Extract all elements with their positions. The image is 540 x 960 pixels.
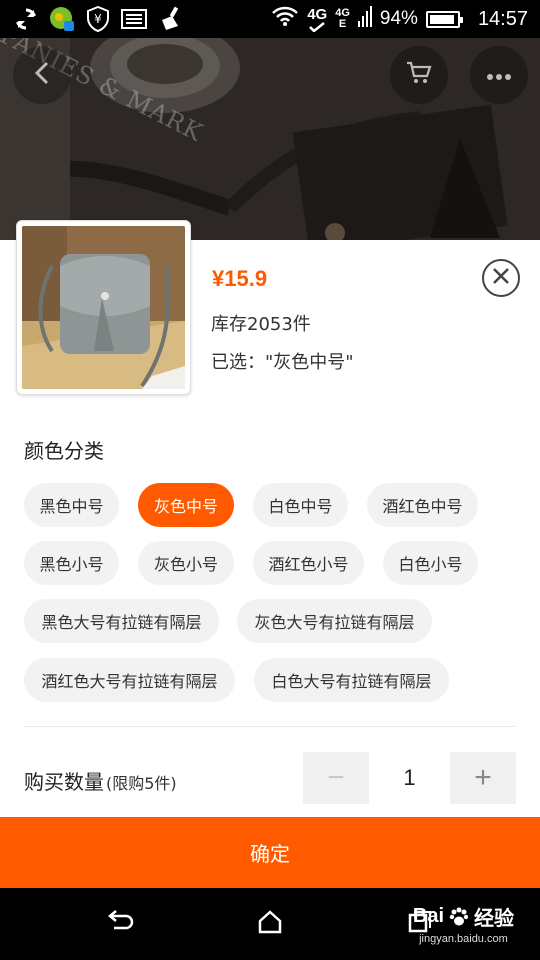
paw-icon: [449, 907, 469, 925]
product-thumbnail: [16, 220, 191, 395]
divider: [24, 726, 516, 727]
watermark-url: jingyan.baidu.com: [419, 933, 508, 945]
price: ¥15.9: [212, 266, 268, 291]
watermark-prefix: Bai: [412, 905, 444, 927]
option-chip[interactable]: 灰色大号有拉链有隔层: [237, 599, 432, 643]
home-icon: [257, 910, 283, 938]
app-notification-icon: [48, 6, 76, 32]
selected-variant: 已选："灰色中号": [211, 352, 354, 373]
navigation-bar: Bai 经验 jingyan.baidu.com: [0, 888, 540, 960]
back-arrow-icon: [106, 910, 134, 938]
status-bar: ¥ 4G 4G E 94% 14:57: [0, 0, 540, 38]
network-bottom-label: E: [338, 18, 347, 30]
more-dots-icon: [486, 66, 512, 85]
minus-icon: −: [327, 761, 345, 794]
option-chip[interactable]: 酒红色大号有拉链有隔层: [24, 658, 235, 702]
chevron-left-icon: [33, 60, 51, 90]
quantity-label-text: 购买数量: [24, 770, 104, 794]
baidu-jingyan-watermark: Bai 经验 jingyan.baidu.com: [413, 902, 514, 945]
back-button[interactable]: [13, 46, 71, 104]
watermark-brand: 经验: [474, 908, 514, 930]
shopping-cart-icon: [406, 61, 432, 89]
network-label: 4G: [307, 5, 328, 23]
quantity-value: 1: [403, 765, 416, 790]
option-chip[interactable]: 酒红色小号: [253, 541, 364, 585]
home-nav-button[interactable]: [250, 906, 290, 942]
option-chip[interactable]: 白色中号: [253, 483, 348, 527]
sku-selection-sheet: ¥15.9 库存2053件 已选："灰色中号" 颜色分类 黑色中号 灰色中号 白…: [0, 220, 540, 888]
mobile-signal-indicator: 4G E: [335, 8, 350, 30]
network-4g-indicator: 4G: [307, 7, 327, 32]
sync-icon: [12, 6, 40, 32]
back-nav-button[interactable]: [100, 906, 140, 942]
svg-text:¥: ¥: [94, 12, 102, 26]
option-chip[interactable]: 黑色中号: [24, 483, 119, 527]
option-chip[interactable]: 灰色小号: [138, 541, 234, 585]
image-icon: [120, 6, 148, 32]
option-chip[interactable]: 黑色小号: [24, 541, 119, 585]
payment-shield-icon: ¥: [84, 6, 112, 32]
confirm-button[interactable]: 确定: [0, 817, 540, 888]
cart-button[interactable]: [390, 46, 448, 104]
check-icon: [309, 21, 325, 32]
plus-icon: +: [474, 761, 492, 794]
bag-thumbnail-image: [22, 226, 185, 389]
quantity-limit: (限购5件): [106, 774, 177, 793]
quantity-decrement-button[interactable]: −: [303, 752, 369, 804]
color-section-title: 颜色分类: [24, 439, 104, 463]
battery-icon: [425, 10, 463, 28]
signal-bars-icon: [357, 5, 372, 33]
option-chip[interactable]: 黑色大号有拉链有隔层: [24, 599, 219, 643]
cleaner-broom-icon: [156, 6, 184, 32]
clock: 14:57: [477, 7, 528, 30]
quantity-label: 购买数量 (限购5件): [24, 766, 177, 795]
close-icon: [492, 267, 510, 289]
stock-count: 库存2053件: [211, 314, 311, 335]
quantity-increment-button[interactable]: +: [450, 752, 516, 804]
option-chip[interactable]: 灰色中号: [138, 483, 234, 527]
more-button[interactable]: [470, 46, 528, 104]
wifi-icon: [271, 5, 299, 33]
screen: ¥ 4G 4G E 94% 14:57 PANIES & MARK ¥15.9 …: [0, 0, 540, 960]
option-chip[interactable]: 酒红色中号: [367, 483, 478, 527]
option-chip[interactable]: 白色大号有拉链有隔层: [254, 658, 449, 702]
close-button[interactable]: [482, 259, 520, 297]
product-hero-image: PANIES & MARK: [0, 38, 540, 240]
option-chip[interactable]: 白色小号: [383, 541, 478, 585]
battery-percent: 94%: [379, 8, 418, 29]
